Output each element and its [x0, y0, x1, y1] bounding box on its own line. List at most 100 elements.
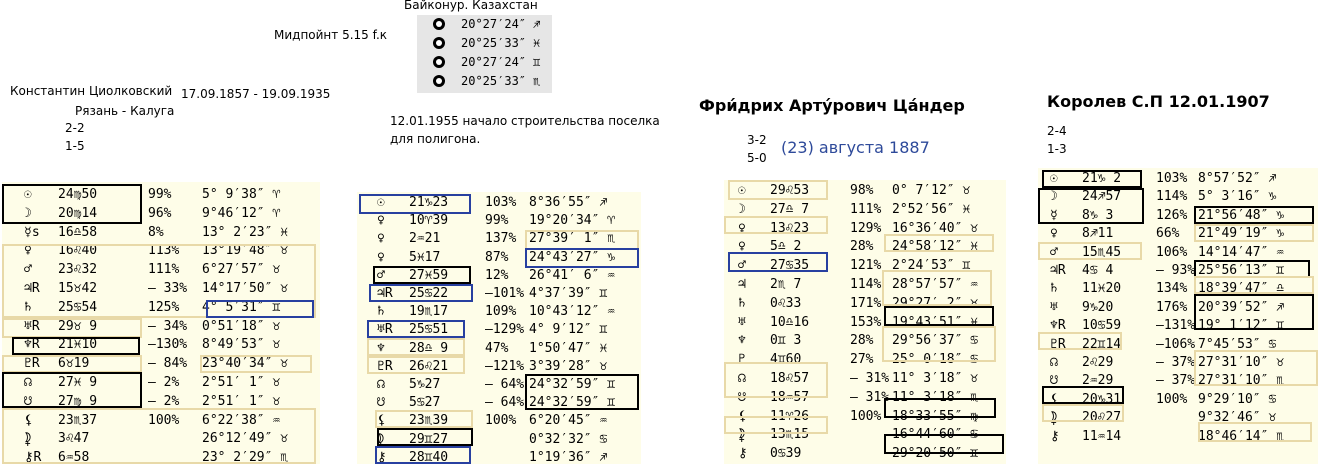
aspect-cell: 14°14′47″ ♒	[1198, 244, 1285, 260]
aspect-cell: 8°36′55″ ♐	[529, 195, 608, 210]
position-cell: 18♒57	[770, 389, 810, 405]
table-row: ♀ 10♈39 99% 19°20′34″ ♈	[357, 212, 641, 230]
position-cell: 29♉ 9	[58, 318, 98, 334]
midpoint-row: 20°25′33″ ♓	[417, 34, 552, 53]
table-row: ⚸ 23♏37 100% 6°22′38″ ♒	[2, 412, 320, 430]
percent-cell: –129%	[485, 322, 525, 338]
position-cell: 29♊27	[409, 431, 449, 447]
position-cell: 2♒29	[1082, 373, 1114, 389]
planet-glyph: ☉	[1050, 171, 1058, 186]
position-cell: 26♌21	[409, 358, 449, 374]
position-cell: 25♋54	[58, 299, 98, 315]
percent-cell: – 93%	[1156, 263, 1196, 278]
position-cell: 2♒21	[409, 231, 441, 247]
planet-glyph: ☋	[1050, 373, 1058, 389]
table-row: ☉ 21♑23 103% 8°36′55″ ♐	[357, 194, 641, 212]
aspect-cell: 18°33′55″ ♍	[892, 408, 979, 424]
planet-glyph: ♃R	[1050, 263, 1066, 278]
table-row: ⚸ 11♈26 100% 18°33′55″ ♍	[724, 408, 1006, 426]
table-row: ♆R 21♓10 –130% 8°49′53″ ♉	[2, 336, 320, 354]
percent-cell: – 31%	[850, 371, 890, 386]
planet-glyph: ☽	[738, 201, 746, 217]
table-row: ☊ 5♑27 – 64% 24°32′59″ ♊	[357, 376, 641, 394]
planet-glyph: ♂	[738, 258, 746, 274]
percent-cell: 114%	[850, 277, 882, 292]
percent-cell: – 84%	[148, 356, 188, 372]
percent-cell: 28%	[850, 239, 874, 255]
table-row: ⚸ 20♑31 100% 9°29′10″ ♋	[1038, 391, 1318, 409]
table-row: ♃R 4♋ 4 – 93% 25°56′13″ ♊	[1038, 262, 1318, 280]
table-row: ⚸ 23♏39 100% 6°20′45″ ♒	[357, 412, 641, 430]
position-cell: 27♎ 7	[770, 201, 810, 217]
aspect-cell: 9°32′46″ ♉	[1198, 410, 1277, 426]
percent-cell: 100%	[148, 412, 180, 428]
percent-cell: – 64%	[485, 395, 525, 411]
planet-glyph: ♅	[738, 314, 746, 330]
table-row: ♇R 6♉19 – 84% 23°40′34″ ♉	[2, 355, 320, 373]
tsiolkovsky-table: ☉ 24♍50 99% 5° 9′38″ ♈ ☽ 20♍14 96% 9°46′12″ ♈ ☿s…	[2, 182, 320, 467]
position-cell: 15♏45	[1082, 244, 1122, 260]
table-row: ♀ 13♌23 129% 16°36′40″ ♉	[724, 220, 1006, 238]
position-cell: 20♌27	[1082, 410, 1122, 426]
aspect-cell: 7°45′53″ ♋	[1198, 336, 1277, 352]
table-row: ⚷R 6♒58 23° 2′29″ ♏	[2, 449, 320, 467]
position-cell: 27♋35	[770, 258, 810, 274]
position-cell: 0♊ 3	[770, 333, 802, 349]
percent-cell: 111%	[850, 201, 882, 217]
percent-cell: 103%	[1156, 171, 1188, 186]
percent-cell: 111%	[148, 262, 180, 278]
aspect-cell: 18°46′14″ ♏	[1198, 428, 1285, 444]
position-cell: 3♌47	[58, 431, 90, 447]
midpoint-row: 20°25′33″ ♏	[417, 72, 552, 91]
table-row: ⚷ 11♒14 18°46′14″ ♏	[1038, 428, 1318, 446]
table-row: ♆ 0♊ 3 28% 29°56′37″ ♋	[724, 332, 1006, 350]
percent-cell: – 2%	[148, 375, 180, 390]
planet-glyph: ♅R	[377, 322, 393, 338]
percent-cell: 126%	[1156, 207, 1188, 223]
aspect-cell: 24°58′12″ ♓	[892, 239, 979, 255]
percent-cell: 121%	[850, 258, 882, 274]
percent-cell: – 37%	[1156, 355, 1196, 370]
position-cell: 23♏39	[409, 413, 449, 429]
planet-glyph: ♂	[24, 262, 32, 278]
poligon-table: ☉ 21♑23 103% 8°36′55″ ♐ ♀ 10♈39 99% 19°20′34″ ♈…	[357, 192, 641, 467]
percent-cell: 66%	[1156, 226, 1180, 242]
baikonur-label: Байконур. Казахстан	[404, 0, 538, 12]
sun-circle-icon	[433, 75, 445, 87]
planet-glyph: ♀	[24, 243, 32, 259]
percent-cell: – 33%	[148, 281, 188, 296]
planet-glyph: ♄	[738, 295, 746, 311]
position-cell: 2♏ 7	[770, 277, 802, 292]
aspect-cell: 6°22′38″ ♒	[202, 412, 281, 428]
aspect-cell: 19°43′51″ ♓	[892, 314, 979, 330]
table-row: ♂ 27♋35 121% 2°24′53″ ♊	[724, 257, 1006, 275]
midpoint-label: Мидпойнт 5.15 f.к	[274, 28, 388, 42]
table-row: ⯝ 3♌47 26°12′49″ ♉	[2, 430, 320, 448]
planet-glyph: ♇R	[24, 356, 40, 372]
percent-cell: 153%	[850, 314, 882, 330]
position-cell: 5♑27	[409, 377, 441, 392]
percent-cell: – 64%	[485, 377, 525, 392]
percent-cell: 114%	[1156, 189, 1188, 205]
aspect-cell: 0°51′18″ ♉	[202, 318, 281, 334]
planet-glyph: ♀	[738, 239, 746, 255]
table-row: ♄ 0♌33 171% 29°27′ 2″ ♉	[724, 295, 1006, 313]
planet-glyph: ♆	[738, 333, 746, 349]
planet-glyph: ⚷	[738, 446, 748, 462]
table-row: ⚷ 28♊40 1°19′36″ ♐	[357, 449, 641, 467]
aspect-cell: 1°50′47″ ♓	[529, 340, 608, 356]
planet-glyph: ♇R	[377, 358, 393, 374]
position-cell: 13♏15	[770, 427, 810, 443]
planet-glyph: ☋	[738, 389, 746, 405]
position-cell: 19♏17	[409, 304, 449, 320]
percent-cell: 100%	[1156, 391, 1188, 407]
aspect-cell: 11° 3′18″ ♉	[892, 371, 979, 386]
planet-glyph: ♂	[1050, 244, 1058, 260]
position-cell: 27♓ 9	[58, 375, 98, 390]
tsiolkovsky-name: Константин Циолковский	[10, 84, 173, 98]
position-cell: 18♌57	[770, 371, 810, 386]
aspect-cell: 2°51′ 1″ ♉	[202, 393, 281, 409]
percent-cell: –131%	[1156, 318, 1196, 334]
position-cell: 10♈39	[409, 213, 449, 229]
aspect-cell: 18°39′47″ ♎	[1198, 281, 1285, 297]
